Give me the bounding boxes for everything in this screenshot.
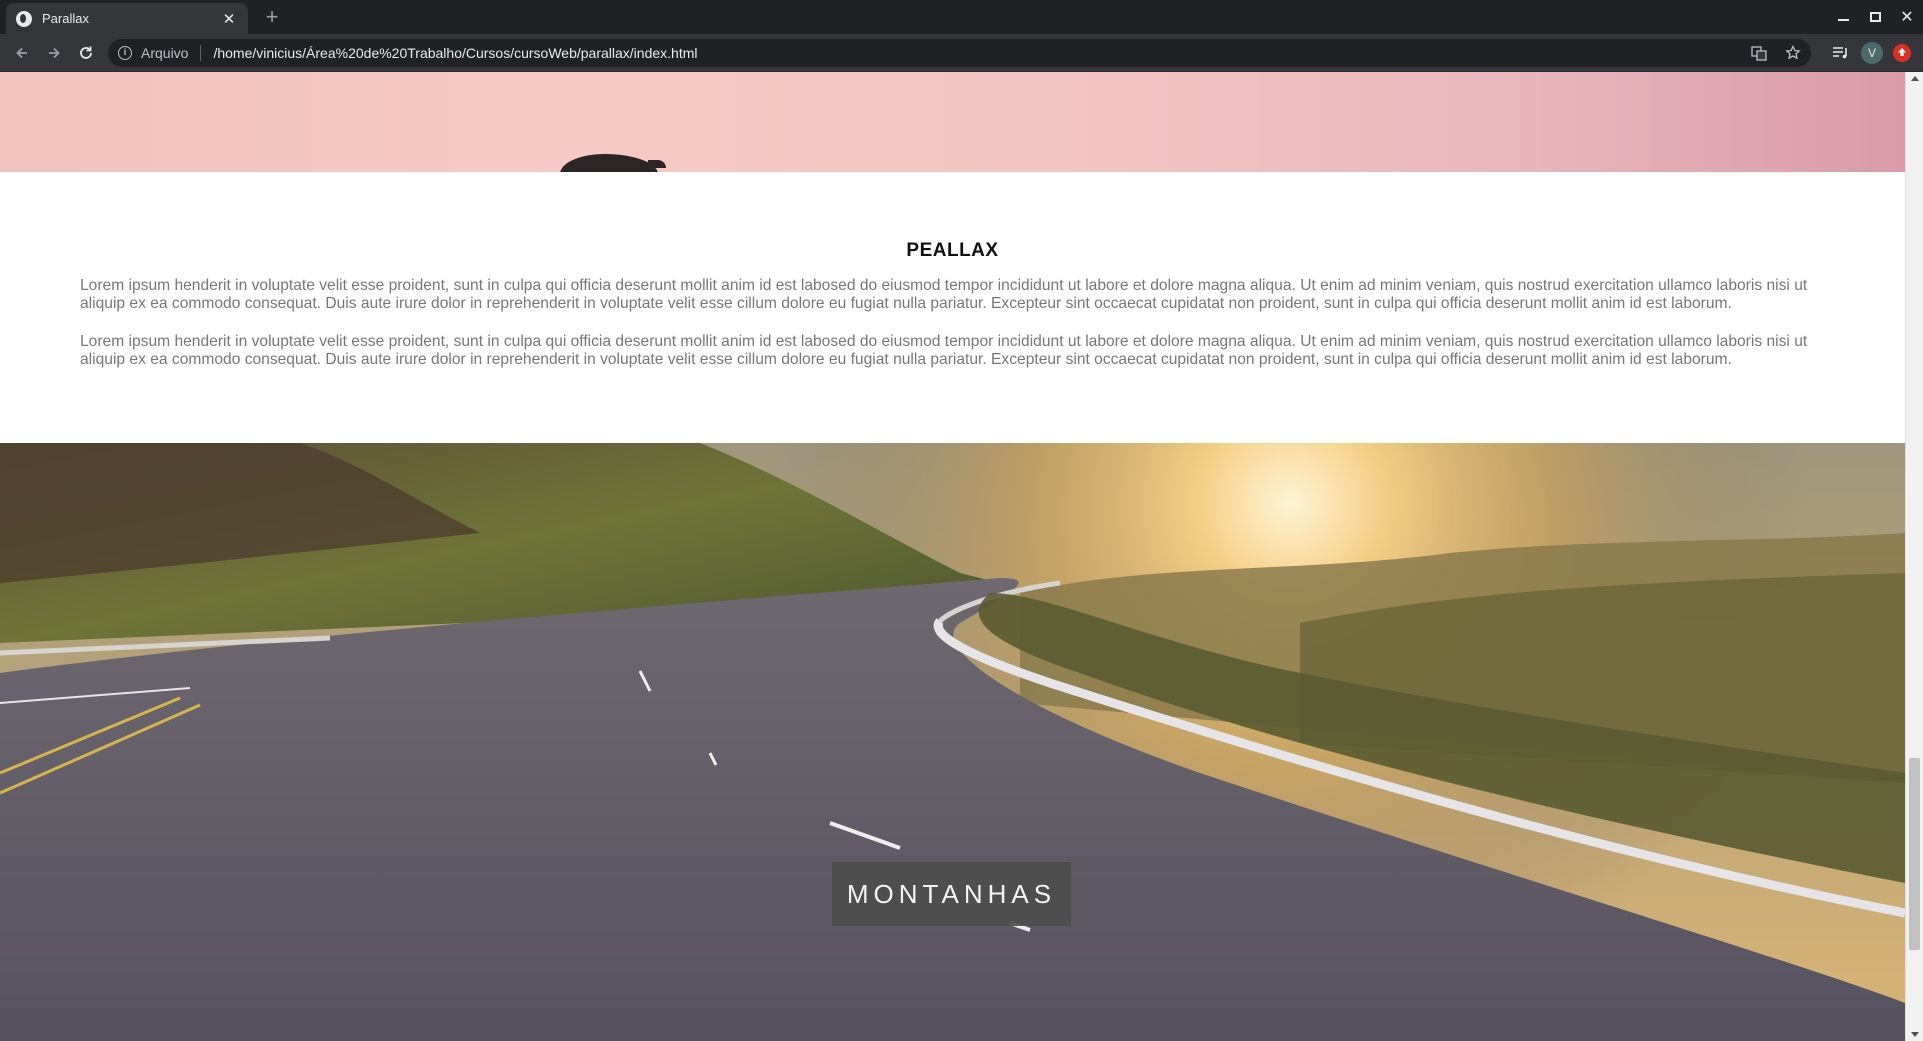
- close-window-button[interactable]: ✕: [1891, 0, 1923, 34]
- section-title: PEALLAX: [906, 240, 999, 261]
- scroll-down-icon[interactable]: [1911, 1032, 1919, 1037]
- reload-icon: [80, 46, 92, 59]
- forward-button[interactable]: [40, 39, 68, 67]
- arrow-back-icon: [16, 47, 27, 59]
- tab-strip: Parallax ✕ + ✕: [0, 0, 1923, 34]
- profile-avatar[interactable]: V: [1861, 42, 1883, 64]
- scrollbar-thumb[interactable]: [1909, 758, 1920, 950]
- window-controls: ✕: [1827, 0, 1923, 34]
- content-section: PEALLAX Lorem ipsum henderit in voluptat…: [0, 172, 1905, 443]
- close-icon: ✕: [1900, 9, 1914, 26]
- page-scrollbar[interactable]: [1905, 72, 1923, 1041]
- globe-icon: [16, 10, 32, 27]
- minimize-icon: [1837, 19, 1849, 21]
- back-button[interactable]: [8, 39, 36, 67]
- restore-icon: [1869, 12, 1881, 22]
- tab-title: Parallax: [42, 11, 89, 26]
- parallax-banner-road: [0, 443, 1905, 1041]
- montanhas-badge: MONTANHAS: [832, 862, 1071, 926]
- page-viewport: PEALLAX Lorem ipsum henderit in voluptat…: [0, 72, 1905, 1041]
- parallax-banner-top: [0, 72, 1905, 176]
- url-text[interactable]: /home/vinicius/Área%20de%20Trabalho/Curs…: [213, 45, 697, 61]
- paragraph-1: Lorem ipsum henderit in voluptate velit …: [80, 277, 1808, 312]
- reload-button[interactable]: [72, 39, 100, 67]
- translate-icon[interactable]: [1749, 43, 1769, 63]
- info-icon[interactable]: i: [118, 46, 132, 60]
- arrow-forward-icon: [49, 47, 60, 59]
- browser-toolbar: i Arquivo /home/vinicius/Área%20de%20Tra…: [0, 34, 1923, 72]
- extension-update-icon[interactable]: [1893, 44, 1911, 62]
- new-tab-button[interactable]: +: [258, 3, 286, 31]
- close-tab-icon[interactable]: ✕: [220, 10, 238, 28]
- star-icon[interactable]: [1783, 43, 1803, 63]
- extensions-area: V: [1831, 39, 1923, 67]
- scheme-label: Arquivo: [141, 45, 189, 61]
- minimize-button[interactable]: [1827, 0, 1859, 34]
- media-queue-icon[interactable]: [1831, 43, 1851, 63]
- scroll-up-icon[interactable]: [1911, 76, 1919, 81]
- paragraph-2: Lorem ipsum henderit in voluptate velit …: [80, 333, 1808, 368]
- restore-button[interactable]: [1859, 0, 1891, 34]
- address-bar-actions: [1749, 43, 1803, 63]
- address-bar[interactable]: i Arquivo /home/vinicius/Área%20de%20Tra…: [108, 39, 1811, 67]
- address-separator: [200, 45, 202, 61]
- mountain-road-image: [0, 443, 1905, 1041]
- tab-parallax[interactable]: Parallax ✕: [6, 3, 248, 34]
